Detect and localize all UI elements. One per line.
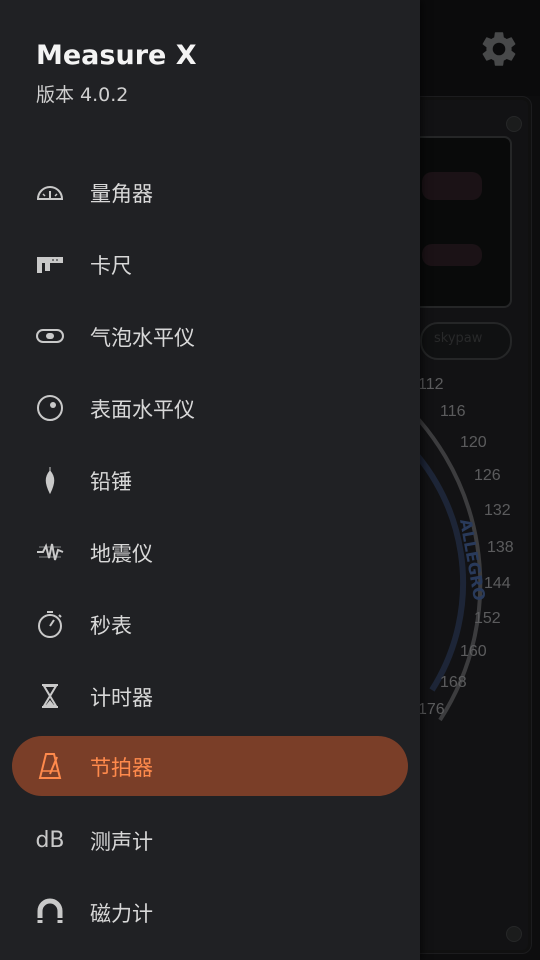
menu-item-protractor[interactable]: 量角器 bbox=[12, 162, 408, 222]
menu-item-label: 秒表 bbox=[90, 614, 132, 638]
menu-item-label: 地震仪 bbox=[90, 542, 153, 566]
navigation-drawer: Measure X 版本 4.0.2 量角器 卡尺 气泡水平仪 表面水平仪 铅锤 bbox=[0, 0, 420, 960]
menu-item-label: 卡尺 bbox=[90, 254, 132, 278]
menu-item-metronome[interactable]: 节拍器 bbox=[12, 736, 408, 796]
menu-item-caliper[interactable]: 卡尺 bbox=[12, 234, 408, 294]
metronome-icon bbox=[34, 750, 66, 782]
menu-item-seismometer[interactable]: 地震仪 bbox=[12, 522, 408, 582]
bubble-level-icon bbox=[34, 320, 66, 352]
menu-item-label: 气泡水平仪 bbox=[90, 326, 195, 350]
menu-item-timer[interactable]: 计时器 bbox=[12, 666, 408, 726]
menu-item-magnetometer[interactable]: 磁力计 bbox=[12, 882, 408, 942]
menu-item-label: 表面水平仪 bbox=[90, 398, 195, 422]
menu-item-label: 量角器 bbox=[90, 182, 153, 206]
menu-item-plumb-bob[interactable]: 铅锤 bbox=[12, 450, 408, 510]
stopwatch-icon bbox=[34, 608, 66, 640]
menu-item-label: 计时器 bbox=[90, 686, 153, 710]
menu-item-sound-meter[interactable]: dB 测声计 bbox=[12, 810, 408, 870]
caliper-icon bbox=[34, 248, 66, 280]
magnet-icon bbox=[34, 896, 66, 928]
plumb-bob-icon bbox=[34, 464, 66, 496]
decibel-icon: dB bbox=[34, 824, 66, 856]
menu-item-stopwatch[interactable]: 秒表 bbox=[12, 594, 408, 654]
menu-item-label: 测声计 bbox=[90, 830, 153, 854]
menu-item-label: 磁力计 bbox=[90, 902, 153, 926]
surface-level-icon bbox=[34, 392, 66, 424]
menu-item-label: 铅锤 bbox=[90, 470, 132, 494]
menu-item-label: 节拍器 bbox=[90, 756, 153, 780]
decibel-icon-text: dB bbox=[35, 827, 65, 853]
menu-item-bubble-level[interactable]: 气泡水平仪 bbox=[12, 306, 408, 366]
app-title: Measure X bbox=[36, 40, 197, 71]
hourglass-icon bbox=[34, 680, 66, 712]
seismometer-icon bbox=[34, 536, 66, 568]
menu-item-surface-level[interactable]: 表面水平仪 bbox=[12, 378, 408, 438]
app-version: 版本 4.0.2 bbox=[36, 84, 129, 106]
protractor-icon bbox=[34, 176, 66, 208]
